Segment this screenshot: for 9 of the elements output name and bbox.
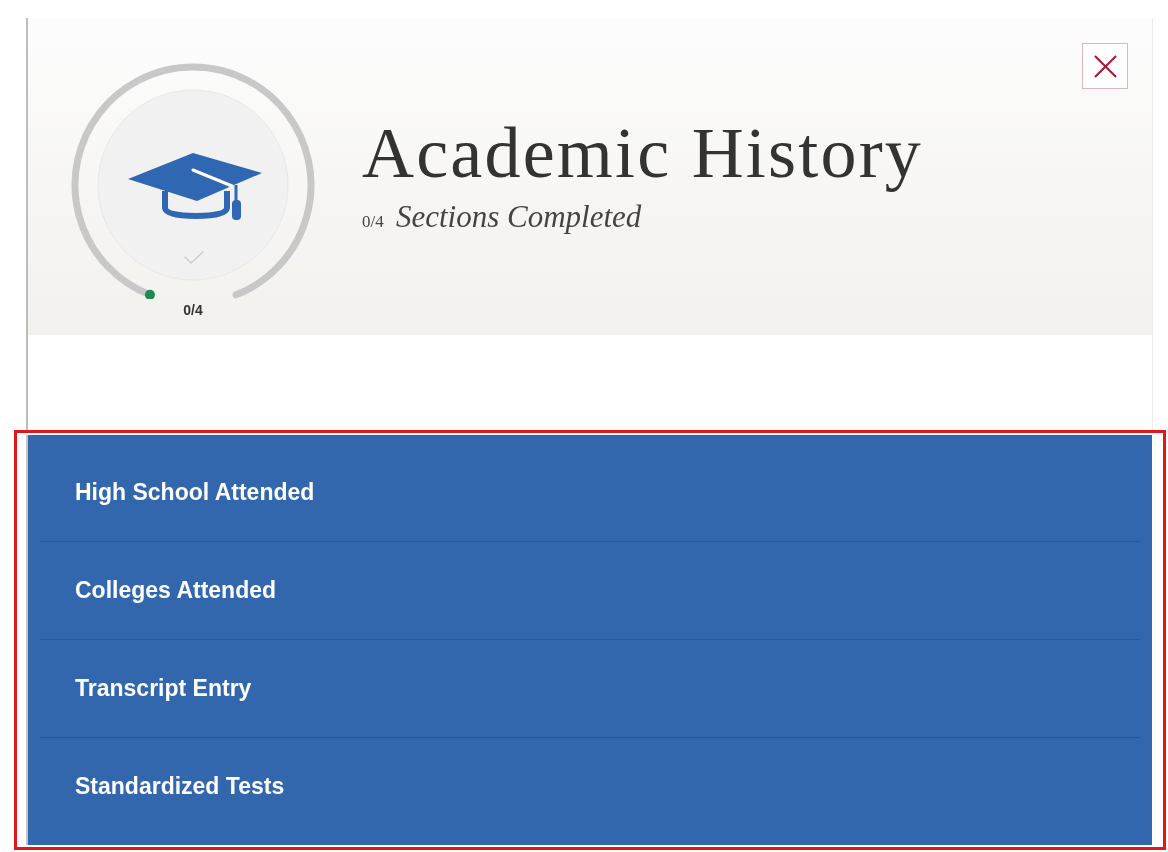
section-item[interactable]: Transcript Entry bbox=[40, 640, 1140, 737]
progress-subtitle: 0/4 Sections Completed bbox=[362, 199, 643, 236]
section-item[interactable]: High School Attended bbox=[40, 444, 1140, 541]
section-item[interactable]: Standardized Tests bbox=[40, 738, 1140, 835]
progress-count: 0/4 bbox=[183, 301, 203, 319]
section-item[interactable]: Colleges Attended bbox=[40, 542, 1140, 639]
graduation-cap-icon bbox=[128, 153, 262, 220]
close-icon bbox=[1093, 54, 1117, 78]
close-button[interactable] bbox=[1082, 43, 1128, 89]
